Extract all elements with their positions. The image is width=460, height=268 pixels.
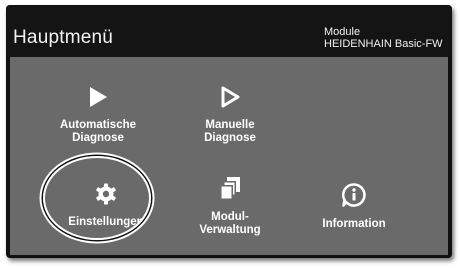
manual-diagnosis-label: Manuelle Diagnose [204,119,256,144]
information-button[interactable]: Information [294,182,414,231]
menu-panel: Automatische Diagnose Manuelle Diagnose [10,57,448,255]
main-window: Hauptmenü Module HEIDENHAIN Basic-FW Aut… [6,5,452,258]
module-value: HEIDENHAIN Basic-FW [324,38,443,50]
module-management-label: Modul- Verwaltung [199,211,261,236]
module-management-button[interactable]: Modul- Verwaltung [170,175,290,237]
module-info: Module HEIDENHAIN Basic-FW [324,26,443,50]
gear-icon [46,182,166,210]
settings-label: Einstellungen [68,216,144,228]
information-label: Information [322,218,386,230]
module-stack-icon [170,175,290,205]
manual-diagnosis-button[interactable]: Manuelle Diagnose [170,85,290,145]
header-bar: Hauptmenü Module HEIDENHAIN Basic-FW [6,5,452,57]
info-bubble-icon [294,182,414,212]
page-title: Hauptmenü [13,27,114,48]
automatic-diagnosis-button[interactable]: Automatische Diagnose [38,85,158,145]
automatic-diagnosis-label: Automatische Diagnose [59,119,137,144]
play-outline-icon [170,85,290,113]
play-filled-icon [38,85,158,113]
module-label: Module [324,26,361,38]
settings-button[interactable]: Einstellungen [46,182,166,229]
